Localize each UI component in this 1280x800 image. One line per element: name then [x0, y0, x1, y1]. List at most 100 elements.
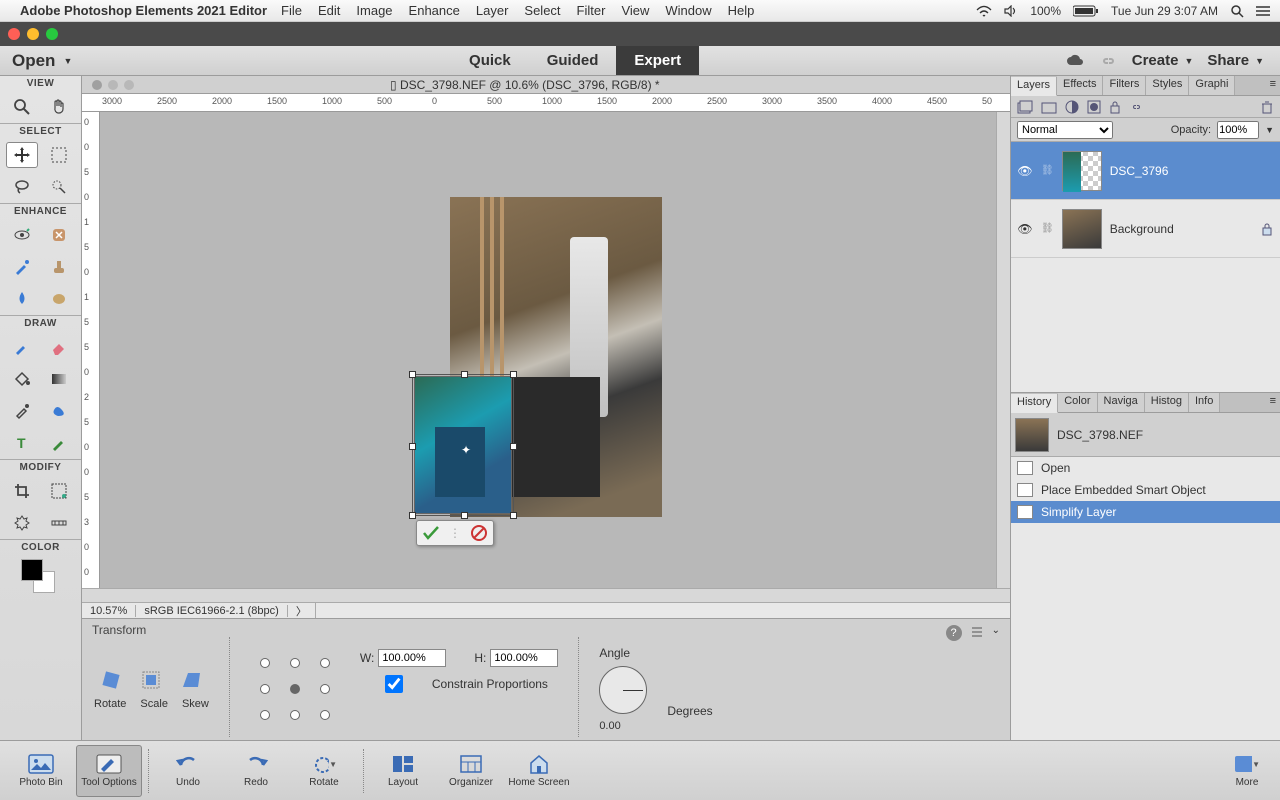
- opacity-input[interactable]: [1217, 121, 1259, 139]
- transform-bounding-box[interactable]: ✦: [412, 374, 514, 516]
- pencil-tool[interactable]: [43, 430, 75, 456]
- tab-graphics[interactable]: Graphi: [1189, 76, 1235, 95]
- link-icon[interactable]: [1100, 54, 1118, 68]
- layer-row[interactable]: 👁 ⛓ Background: [1011, 200, 1280, 258]
- history-snapshot[interactable]: DSC_3798.NEF: [1011, 413, 1280, 457]
- organizer-button[interactable]: Organizer: [438, 745, 504, 797]
- sponge-tool[interactable]: [43, 286, 75, 312]
- transform-center-icon[interactable]: ✦: [461, 443, 471, 457]
- tool-options-button[interactable]: Tool Options: [76, 745, 142, 797]
- menu-image[interactable]: Image: [356, 3, 392, 18]
- clone-stamp-tool[interactable]: [43, 254, 75, 280]
- rotate-button[interactable]: ▼ Rotate: [291, 745, 357, 797]
- status-more[interactable]: 〉: [288, 603, 316, 619]
- hand-tool[interactable]: [43, 94, 75, 120]
- share-button[interactable]: Share▼: [1207, 52, 1264, 69]
- handle-br[interactable]: [510, 512, 517, 519]
- menu-window[interactable]: Window: [665, 3, 711, 18]
- handle-mr[interactable]: [510, 443, 517, 450]
- menu-icon[interactable]: [1256, 5, 1270, 17]
- minimize-window-button[interactable]: [27, 28, 39, 40]
- zoom-level[interactable]: 10.57%: [82, 605, 136, 617]
- blend-mode-select[interactable]: Normal: [1017, 121, 1113, 139]
- open-menu-button[interactable]: Open ▼: [0, 51, 84, 71]
- photo-bin-button[interactable]: Photo Bin: [8, 745, 74, 797]
- height-input[interactable]: [490, 649, 558, 667]
- tab-history[interactable]: History: [1011, 394, 1058, 413]
- menu-edit[interactable]: Edit: [318, 3, 340, 18]
- reference-point-grid[interactable]: [250, 650, 340, 728]
- undo-button[interactable]: Undo: [155, 745, 221, 797]
- tab-info[interactable]: Info: [1189, 393, 1220, 412]
- color-swatches[interactable]: [21, 559, 61, 595]
- cancel-button[interactable]: [470, 524, 488, 542]
- zoom-tool[interactable]: [6, 94, 38, 120]
- ruler-vertical[interactable]: 0050150155025005300: [82, 112, 100, 588]
- recompose-tool[interactable]: [43, 478, 75, 504]
- gradient-tool[interactable]: [43, 366, 75, 392]
- lasso-tool[interactable]: [6, 174, 38, 200]
- history-step[interactable]: Simplify Layer: [1011, 501, 1280, 523]
- paint-bucket-tool[interactable]: [6, 366, 38, 392]
- layer-thumbnail[interactable]: [1062, 209, 1102, 249]
- help-icon[interactable]: ?: [946, 625, 962, 641]
- link-icon[interactable]: ⛓: [1041, 223, 1054, 234]
- search-icon[interactable]: [1230, 4, 1244, 18]
- battery-icon[interactable]: [1073, 5, 1099, 17]
- volume-icon[interactable]: [1004, 5, 1018, 17]
- close-window-button[interactable]: [8, 28, 20, 40]
- handle-bc[interactable]: [461, 512, 468, 519]
- options-menu-icon[interactable]: [970, 625, 984, 641]
- maximize-window-button[interactable]: [46, 28, 58, 40]
- mode-expert[interactable]: Expert: [616, 46, 699, 75]
- type-tool[interactable]: T: [6, 430, 38, 456]
- tab-color[interactable]: Color: [1058, 393, 1097, 412]
- ruler-horizontal[interactable]: 3000250020001500100050005001000150020002…: [82, 94, 1010, 112]
- menu-select[interactable]: Select: [524, 3, 560, 18]
- mode-guided[interactable]: Guided: [529, 46, 617, 75]
- scrollbar-vertical[interactable]: [996, 112, 1010, 588]
- marquee-tool[interactable]: [43, 142, 75, 168]
- handle-tr[interactable]: [510, 371, 517, 378]
- chevron-down-icon[interactable]: ⌄: [992, 625, 1000, 641]
- quick-select-tool[interactable]: [43, 174, 75, 200]
- layer-name[interactable]: Background: [1110, 222, 1174, 236]
- clock[interactable]: Tue Jun 29 3:07 AM: [1111, 4, 1218, 18]
- menu-enhance[interactable]: Enhance: [409, 3, 460, 18]
- home-button[interactable]: Home Screen: [506, 745, 572, 797]
- new-layer-icon[interactable]: [1017, 100, 1033, 114]
- mode-quick[interactable]: Quick: [451, 46, 529, 75]
- new-group-icon[interactable]: [1041, 100, 1057, 114]
- layout-button[interactable]: Layout: [370, 745, 436, 797]
- history-step[interactable]: Place Embedded Smart Object: [1011, 479, 1280, 501]
- constrain-checkbox[interactable]: [360, 675, 428, 693]
- spot-heal-tool[interactable]: [43, 222, 75, 248]
- angle-dial[interactable]: [599, 666, 647, 714]
- eyedropper-tool[interactable]: [6, 398, 38, 424]
- visibility-icon[interactable]: 👁: [1017, 222, 1033, 236]
- lock-icon[interactable]: [1109, 100, 1121, 114]
- menu-help[interactable]: Help: [728, 3, 755, 18]
- menu-filter[interactable]: Filter: [577, 3, 606, 18]
- tab-effects[interactable]: Effects: [1057, 76, 1103, 95]
- foreground-color[interactable]: [21, 559, 43, 581]
- menu-view[interactable]: View: [621, 3, 649, 18]
- width-input[interactable]: [378, 649, 446, 667]
- redo-button[interactable]: Redo: [223, 745, 289, 797]
- skew-mode[interactable]: [179, 668, 203, 692]
- layer-mask-icon[interactable]: [1087, 100, 1101, 114]
- delete-layer-icon[interactable]: [1260, 100, 1274, 114]
- history-step[interactable]: Open: [1011, 457, 1280, 479]
- move-tool[interactable]: [6, 142, 38, 168]
- straighten-tool[interactable]: [43, 510, 75, 536]
- shape-tool[interactable]: [43, 398, 75, 424]
- link-icon[interactable]: ⛓: [1041, 165, 1054, 176]
- canvas[interactable]: ✦ ⋮: [100, 112, 1010, 588]
- handle-bl[interactable]: [409, 512, 416, 519]
- layer-name[interactable]: DSC_3796: [1110, 164, 1169, 178]
- layer-row[interactable]: 👁 ⛓ DSC_3796: [1011, 142, 1280, 200]
- handle-ml[interactable]: [409, 443, 416, 450]
- handle-tl[interactable]: [409, 371, 416, 378]
- link-layers-icon[interactable]: [1129, 100, 1143, 114]
- blur-tool[interactable]: [6, 286, 38, 312]
